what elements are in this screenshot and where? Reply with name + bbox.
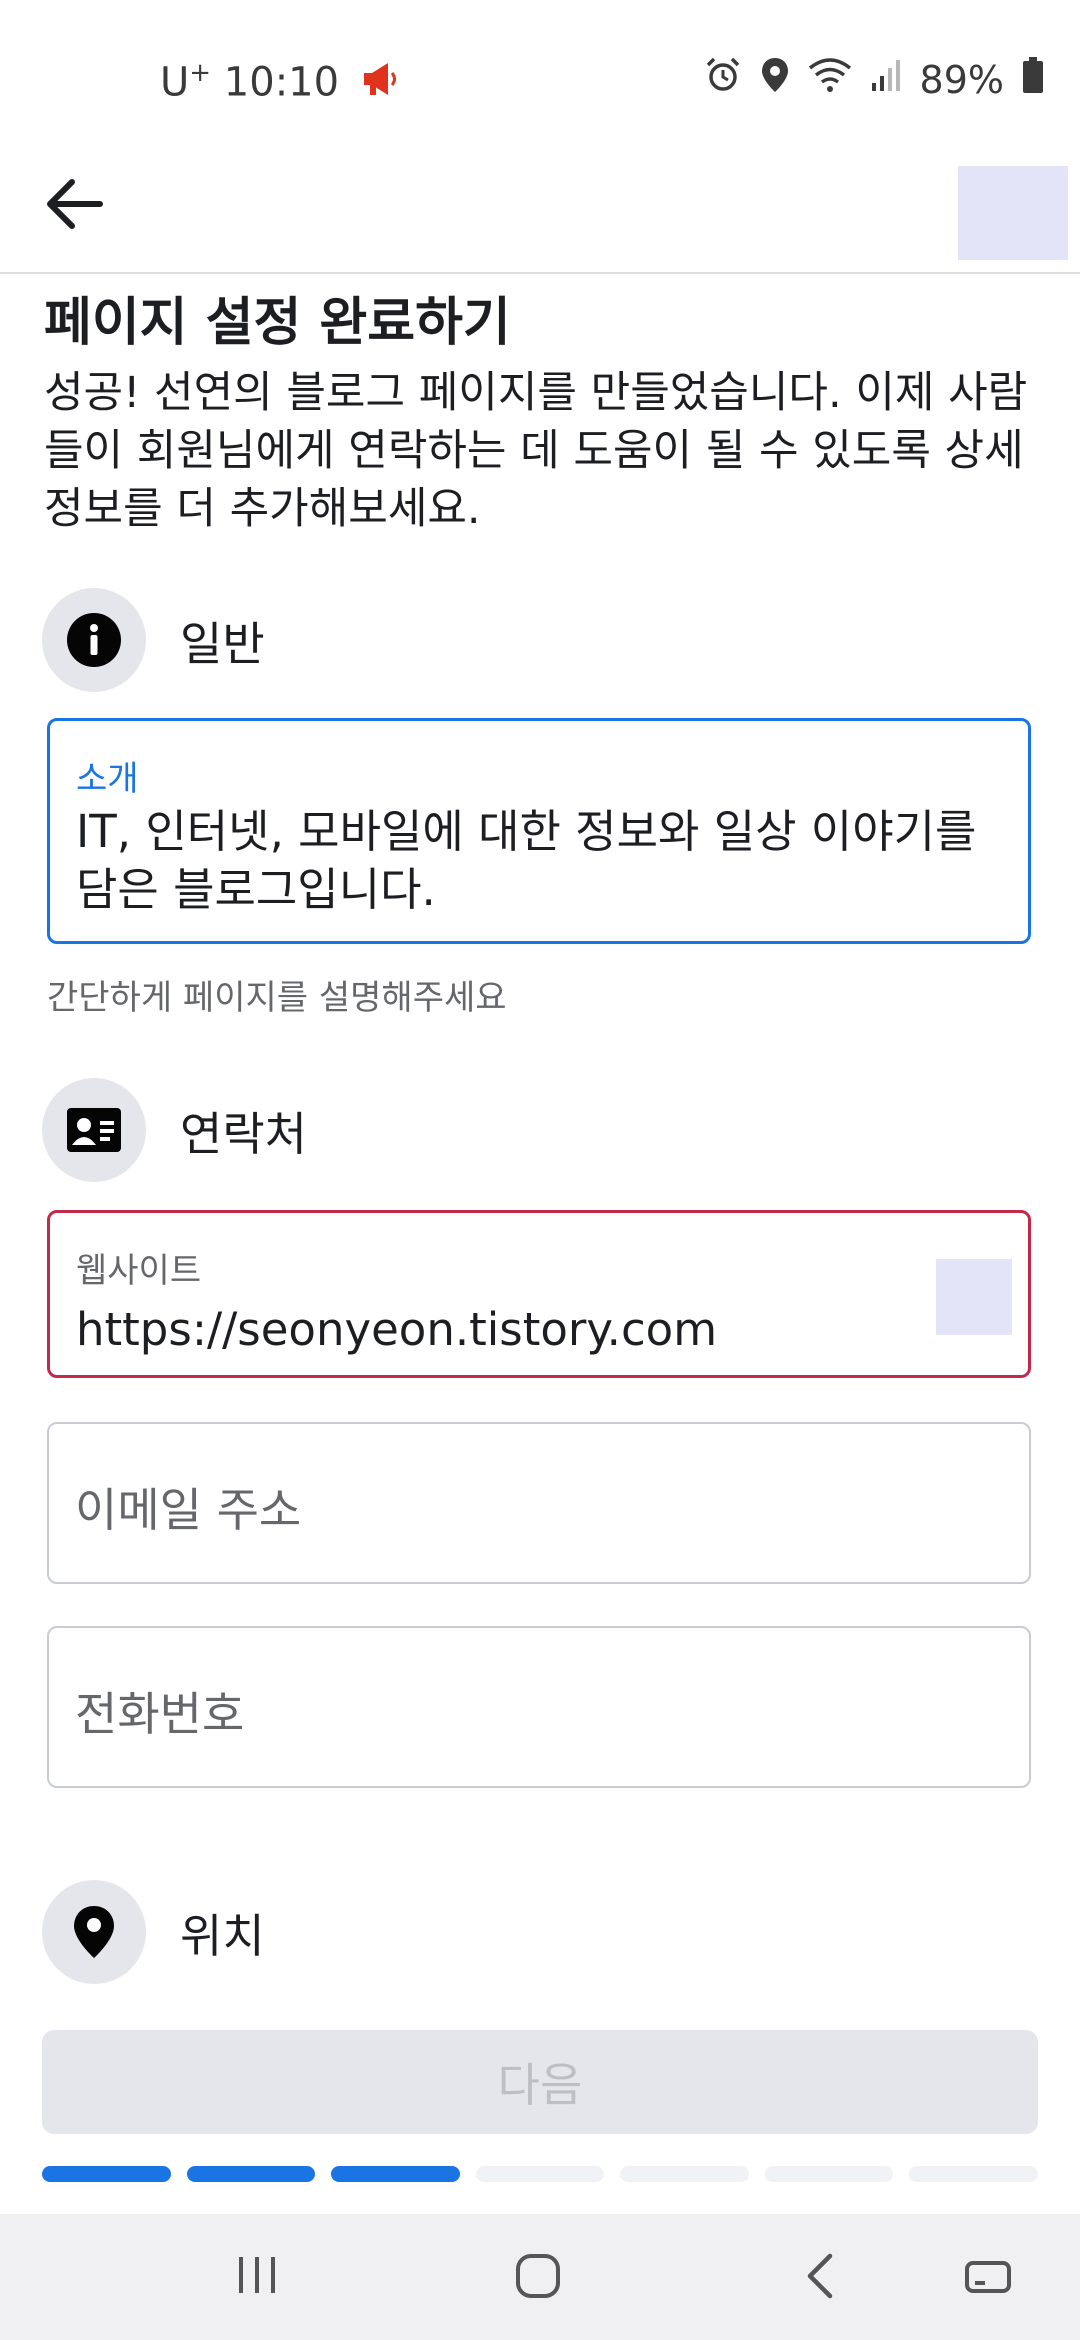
- contact-icon-badge: [42, 1078, 146, 1182]
- recent-apps-button[interactable]: [236, 2254, 278, 2300]
- progress-segment-complete: [331, 2166, 460, 2182]
- status-time: 10:10: [223, 59, 340, 106]
- status-icons: 89%: [704, 56, 1044, 103]
- header-action-button[interactable]: [958, 166, 1068, 260]
- email-field-placeholder: 이메일 주소: [75, 1483, 302, 1537]
- arrow-left-icon: [47, 179, 103, 229]
- section-location-label[interactable]: 위치: [180, 1900, 265, 1966]
- megaphone-icon: [360, 61, 400, 107]
- back-button[interactable]: [36, 172, 112, 236]
- contact-card-icon: [67, 1108, 121, 1152]
- phone-field-placeholder: 전화번호: [75, 1687, 245, 1741]
- progress-segment-pending: [764, 2166, 894, 2182]
- location-icon-badge[interactable]: [42, 1880, 146, 1984]
- carrier-plus: +: [189, 58, 212, 88]
- battery-percent: 89%: [919, 57, 1004, 102]
- website-field[interactable]: 웹사이트 https://seonyeon.tistory.com: [47, 1210, 1031, 1378]
- back-nav-button[interactable]: [800, 2252, 838, 2304]
- website-field-label: 웹사이트: [76, 1251, 202, 1291]
- about-helper-text: 간단하게 페이지를 설명해주세요: [47, 978, 507, 1018]
- carrier-name: U: [160, 59, 190, 106]
- page-title: 페이지 설정 완료하기: [44, 293, 511, 353]
- info-icon: [67, 613, 121, 667]
- website-field-value[interactable]: https://seonyeon.tistory.com: [76, 1301, 1002, 1359]
- progress-segment-complete: [186, 2166, 316, 2182]
- wifi-icon: [808, 56, 852, 103]
- home-button[interactable]: [514, 2252, 562, 2304]
- info-icon-badge: [42, 588, 146, 692]
- location-pin-icon: [74, 1906, 114, 1958]
- progress-segment-pending: [475, 2166, 605, 2182]
- recent-apps-icon: [239, 2257, 275, 2293]
- app-bar: [0, 160, 1080, 274]
- chevron-left-icon: [807, 2253, 833, 2299]
- about-field-label: 소개: [76, 759, 139, 799]
- battery-icon: [1022, 56, 1044, 103]
- about-field[interactable]: 소개 IT, 인터넷, 모바일에 대한 정보와 일상 이야기를 담은 블로그입니…: [47, 718, 1031, 944]
- location-icon: [760, 56, 790, 103]
- progress-segment-pending: [909, 2166, 1039, 2182]
- section-general-label: 일반: [180, 617, 265, 671]
- phone-field[interactable]: 전화번호: [47, 1626, 1031, 1788]
- home-icon: [516, 2254, 560, 2298]
- progress-segment-pending: [620, 2166, 749, 2182]
- next-button[interactable]: 다음: [42, 2030, 1038, 2134]
- page-description: 성공! 선연의 블로그 페이지를 만들었습니다. 이제 사람들이 회원님에게 연…: [44, 368, 1028, 534]
- progress-segment-complete: [42, 2166, 171, 2182]
- keyboard-toggle-icon: [965, 2261, 1011, 2293]
- email-field[interactable]: 이메일 주소: [47, 1422, 1031, 1584]
- signal-icon: [870, 57, 902, 102]
- status-carrier-time: U+ 10:10: [160, 58, 400, 107]
- keyboard-switch-button[interactable]: [964, 2258, 1012, 2300]
- about-field-value[interactable]: IT, 인터넷, 모바일에 대한 정보와 일상 이야기를 담은 블로그입니다.: [76, 803, 1002, 919]
- website-clear-button[interactable]: [936, 1259, 1012, 1335]
- alarm-icon: [704, 56, 742, 103]
- progress-indicator: [42, 2166, 1039, 2182]
- system-nav-bar: [0, 2214, 1080, 2340]
- section-contact-label: 연락처: [180, 1107, 307, 1161]
